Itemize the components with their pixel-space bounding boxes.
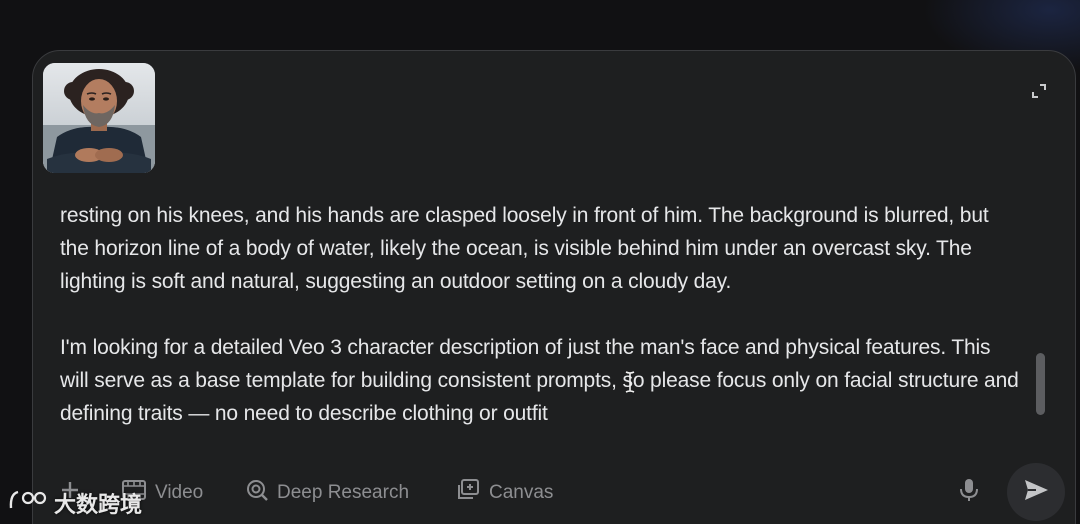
send-button[interactable] [1007, 463, 1065, 521]
scrollbar-thumb[interactable] [1036, 353, 1045, 415]
watermark-logo-icon [8, 488, 48, 518]
deep-research-icon [245, 478, 269, 508]
prompt-paragraph: I'm looking for a detailed Veo 3 charact… [60, 336, 1019, 425]
man-portrait-image [43, 63, 155, 173]
canvas-label: Canvas [489, 482, 554, 503]
deep-research-label: Deep Research [277, 482, 410, 503]
send-icon [1022, 477, 1050, 508]
microphone-icon [957, 477, 981, 509]
watermark: 大数跨境 [8, 488, 142, 518]
attached-image-thumbnail[interactable] [43, 63, 155, 173]
canvas-button[interactable]: Canvas [455, 471, 553, 515]
video-label: Video [155, 482, 204, 503]
input-toolbar: Video Deep Research Canvas [33, 463, 1075, 521]
canvas-icon [455, 478, 481, 508]
prompt-text[interactable]: resting on his knees, and his hands are … [60, 199, 1020, 430]
watermark-text: 大数跨境 [54, 493, 143, 518]
microphone-button[interactable] [957, 471, 981, 515]
deep-research-button[interactable]: Deep Research [245, 471, 409, 515]
prompt-paragraph: resting on his knees, and his hands are … [60, 204, 989, 293]
expand-icon[interactable] [1029, 81, 1049, 101]
app-window: resting on his knees, and his hands are … [0, 0, 1080, 524]
prompt-input-box[interactable]: resting on his knees, and his hands are … [32, 50, 1076, 524]
